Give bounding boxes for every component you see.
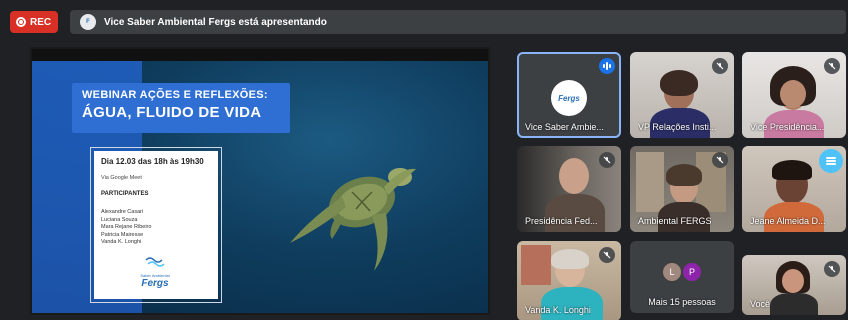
sea-turtle-image — [290, 168, 416, 271]
recording-indicator: REC — [10, 11, 58, 33]
meet-screen: REC F Vice Saber Ambiental Fergs está ap… — [0, 0, 848, 320]
avatar-logo-text: Fergs — [558, 93, 580, 103]
slide-title-line1: WEBINAR AÇÕES E REFLEXÕES: — [82, 89, 268, 101]
presenter-avatar: F — [80, 14, 96, 30]
avatar: P — [683, 263, 701, 281]
participant-name: Mara Rejane Ribeiro — [101, 224, 152, 230]
participant-name: Vanda K. Longhi — [525, 305, 591, 315]
participant-name: VP Relações Insti... — [638, 122, 717, 132]
participant-name: Ambiental FERGS — [638, 216, 712, 226]
presentation-slide[interactable]: WEBINAR AÇÕES E REFLEXÕES: ÁGUA, FLUIDO … — [32, 47, 488, 313]
participant-tile-presidencia[interactable]: Presidência Fed... — [517, 146, 621, 232]
participants-list: Alexandre Casari Luciana Souza Mara Reja… — [101, 209, 211, 247]
event-date: Dia 12.03 das 18h às 19h30 — [101, 157, 204, 166]
avatar: L — [663, 263, 681, 281]
participant-tile-self[interactable]: Você — [742, 255, 846, 315]
speaking-indicator-icon — [599, 58, 615, 74]
participant-name: Você — [750, 299, 771, 309]
event-platform: Via Google Meet — [101, 175, 142, 181]
presenting-text: Vice Saber Ambiental Fergs está apresent… — [104, 16, 327, 28]
mic-off-icon — [824, 58, 840, 74]
effects-icon — [819, 149, 843, 173]
record-icon — [16, 17, 26, 27]
participant-name: Luciana Souza — [101, 216, 138, 223]
wave-icon — [145, 257, 165, 267]
recording-label: REC — [30, 16, 52, 28]
mic-off-icon — [712, 152, 728, 168]
more-participants-label: Mais 15 pessoas — [648, 297, 716, 307]
mic-off-icon — [824, 261, 840, 277]
participant-tile-vanda[interactable]: Vanda K. Longhi — [517, 241, 621, 320]
participant-name: Jeane Almeida D... — [750, 216, 826, 226]
info-card: Dia 12.03 das 18h às 19h30 Via Google Me… — [94, 151, 218, 299]
more-avatars: L P — [663, 263, 701, 281]
participant-tile-vice-saber[interactable]: Fergs Vice Saber Ambie... — [517, 52, 621, 138]
fergs-avatar: Fergs — [551, 80, 587, 116]
participant-name: Vice Saber Ambie... — [525, 122, 604, 132]
participant-name: Alexandre Casari — [101, 209, 144, 215]
participant-tile-vice-presidencia[interactable]: Vice Presidência... — [742, 52, 846, 138]
participant-name: Vice Presidência... — [750, 122, 825, 132]
logo-wordmark: Fergs — [141, 278, 169, 289]
slide-top-bar — [32, 47, 488, 61]
presenting-banner: F Vice Saber Ambiental Fergs está aprese… — [70, 10, 846, 34]
fergs-logo: Saber Ambiental Fergs — [130, 255, 180, 289]
participant-tile-vp-relacoes[interactable]: VP Relações Insti... — [630, 52, 734, 138]
participant-tile-more[interactable]: L P Mais 15 pessoas — [630, 241, 734, 313]
mic-off-icon — [712, 58, 728, 74]
participant-name: Patricia Mairesse — [101, 231, 144, 238]
mic-off-icon — [599, 152, 615, 168]
participant-tile-jeane[interactable]: Jeane Almeida D... — [742, 146, 846, 232]
slide-title-line2: ÁGUA, FLUIDO DE VIDA — [82, 104, 262, 121]
participant-name: Presidência Fed... — [525, 216, 598, 226]
mic-off-icon — [599, 247, 615, 263]
participants-heading: PARTICIPANTES — [101, 191, 149, 197]
participant-tile-ambiental-fergs[interactable]: Ambiental FERGS — [630, 146, 734, 232]
slide-title-box: WEBINAR AÇÕES E REFLEXÕES: ÁGUA, FLUIDO … — [72, 83, 290, 133]
participant-name: Vanda K. Longhi — [101, 239, 142, 245]
